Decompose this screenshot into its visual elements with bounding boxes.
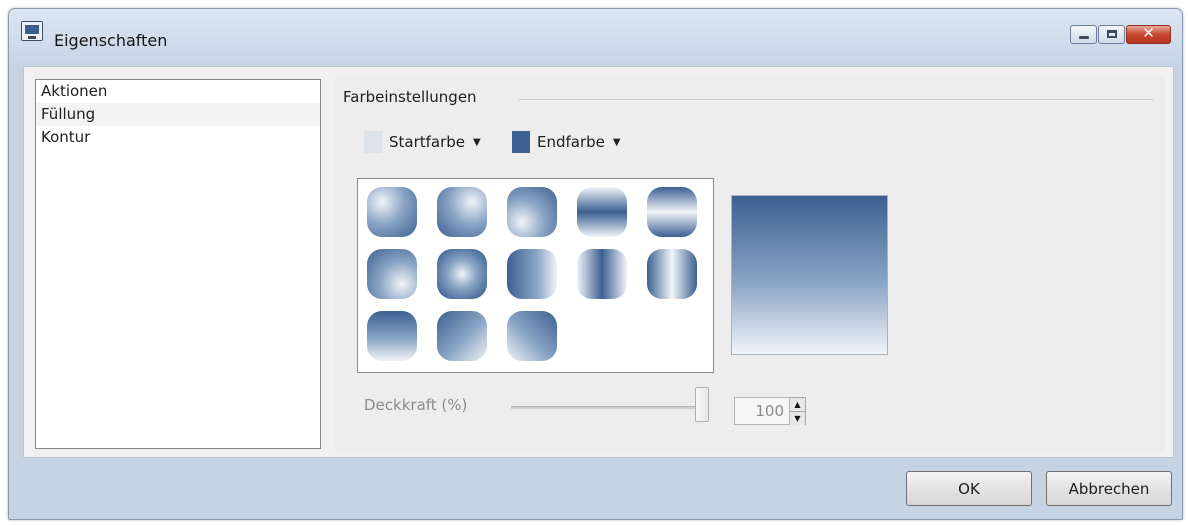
gradient-preset[interactable]	[647, 187, 697, 237]
group-title: Farbeinstellungen	[343, 88, 477, 106]
gradient-presets	[357, 178, 714, 373]
category-list: Aktionen Füllung Kontur	[35, 79, 321, 449]
minimize-button[interactable]	[1070, 25, 1097, 44]
opacity-slider-track[interactable]	[511, 406, 704, 409]
spin-up-icon[interactable]: ▲	[790, 398, 805, 411]
minimize-icon	[1079, 36, 1089, 39]
maximize-icon	[1107, 30, 1117, 38]
gradient-preset[interactable]	[507, 249, 557, 299]
window-controls: ✕	[1069, 24, 1171, 44]
dialog-footer: OK Abbrechen	[23, 458, 1174, 515]
opacity-label: Deckkraft (%)	[364, 396, 468, 414]
list-item-kontur[interactable]: Kontur	[36, 126, 320, 149]
close-button[interactable]: ✕	[1126, 24, 1171, 44]
end-color-swatch	[512, 131, 530, 153]
gradient-preset[interactable]	[507, 187, 557, 237]
opacity-spinbox: 100 ▲ ▼	[734, 397, 806, 425]
dialog-content: Aktionen Füllung Kontur Farbeinstellunge…	[23, 66, 1174, 458]
dropdown-arrow-icon: ▼	[473, 136, 481, 148]
list-item-fuellung[interactable]: Füllung	[36, 103, 320, 126]
gradient-preview	[731, 195, 888, 355]
title-bar[interactable]: Eigenschaften ✕	[9, 9, 1182, 67]
gradient-preset[interactable]	[577, 187, 627, 237]
start-color-label: Startfarbe	[389, 133, 466, 151]
gradient-preset[interactable]	[577, 249, 627, 299]
start-color-dropdown[interactable]: Startfarbe ▼	[364, 128, 481, 156]
maximize-button[interactable]	[1098, 25, 1125, 44]
gradient-preset[interactable]	[367, 187, 417, 237]
end-color-label: Endfarbe	[537, 133, 605, 151]
spin-arrows: ▲ ▼	[790, 397, 806, 425]
dialog-title: Eigenschaften	[54, 31, 168, 50]
gradient-preset[interactable]	[367, 311, 417, 361]
gradient-preset[interactable]	[507, 311, 557, 361]
opacity-value[interactable]: 100	[734, 397, 790, 425]
group-divider	[518, 99, 1154, 100]
end-color-dropdown[interactable]: Endfarbe ▼	[512, 128, 621, 156]
start-color-swatch	[364, 131, 382, 153]
dropdown-arrow-icon: ▼	[612, 136, 621, 148]
gradient-preset[interactable]	[437, 311, 487, 361]
ok-button[interactable]: OK	[906, 471, 1032, 506]
gradient-preset[interactable]	[647, 249, 697, 299]
gradient-preset[interactable]	[437, 187, 487, 237]
fill-settings-panel: Farbeinstellungen Startfarbe ▼ Endfarbe …	[335, 75, 1165, 453]
close-icon: ✕	[1142, 24, 1155, 42]
cancel-button[interactable]: Abbrechen	[1046, 471, 1172, 506]
spin-down-icon[interactable]: ▼	[790, 411, 805, 425]
app-monitor-icon	[21, 21, 43, 41]
properties-dialog: Eigenschaften ✕ Aktionen Füllung Kontur …	[8, 8, 1183, 520]
gradient-preset[interactable]	[367, 249, 417, 299]
opacity-slider-thumb[interactable]	[695, 387, 709, 422]
gradient-preset[interactable]	[437, 249, 487, 299]
list-item-aktionen[interactable]: Aktionen	[36, 80, 320, 103]
